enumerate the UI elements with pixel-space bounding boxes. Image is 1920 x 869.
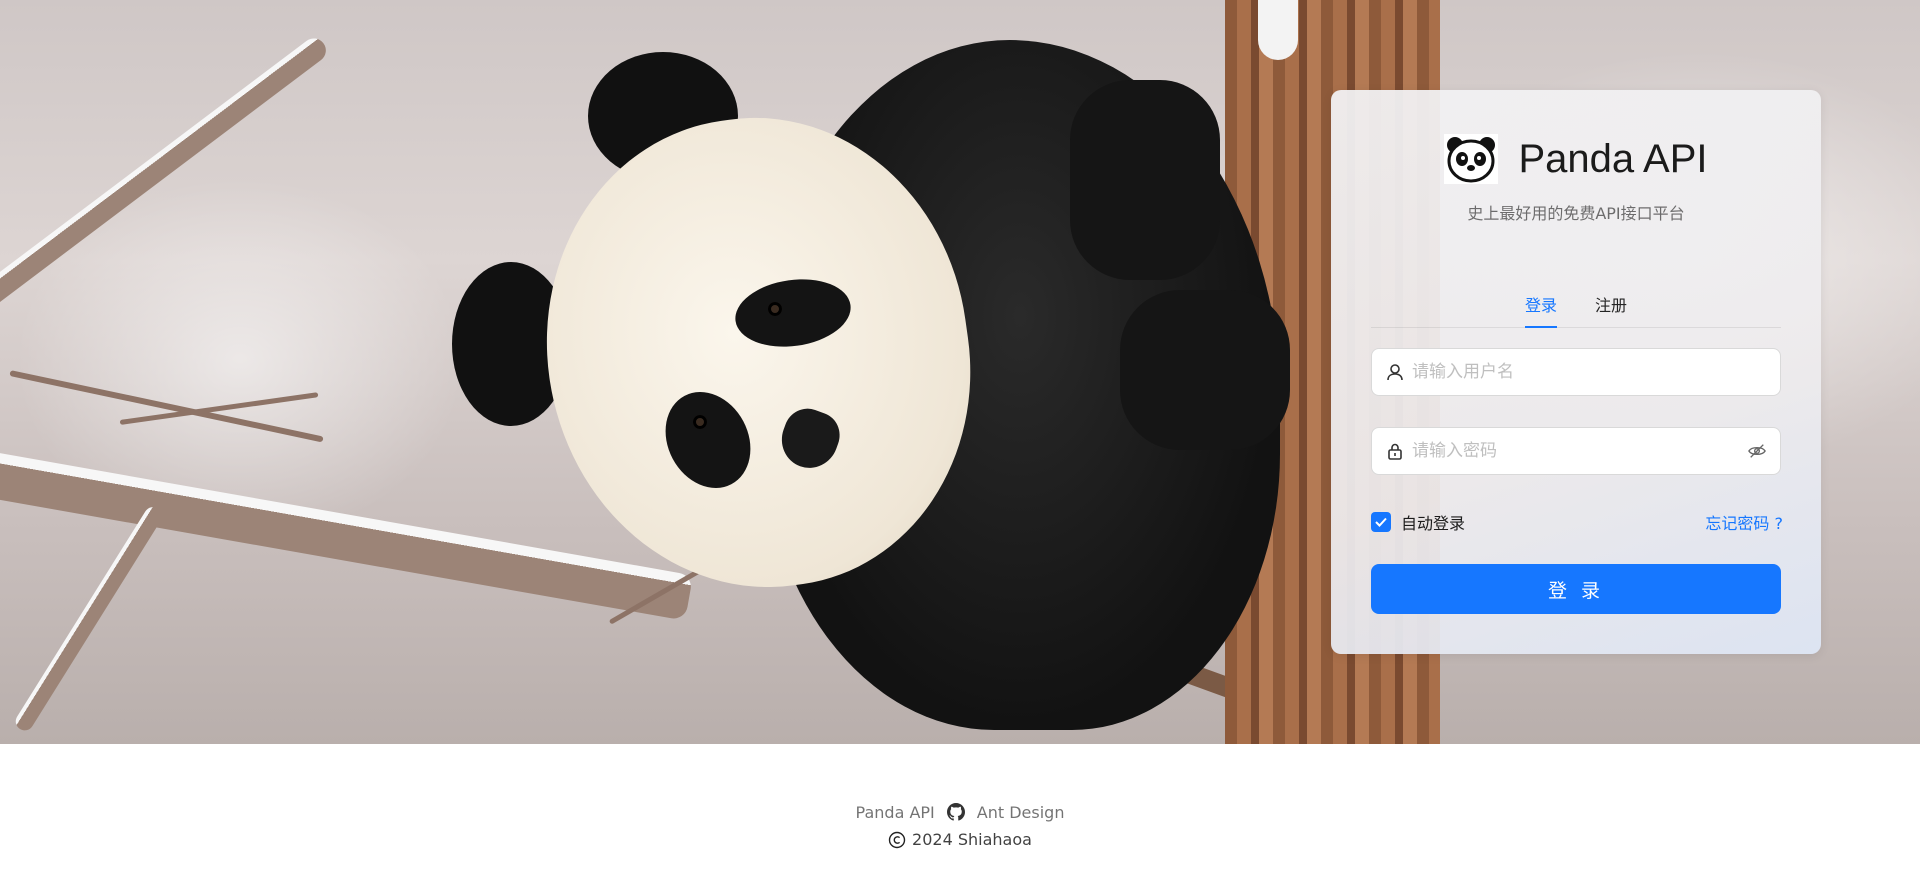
panda-eye: [768, 302, 782, 316]
snowy-branch: [12, 503, 166, 734]
login-card: Panda API 史上最好用的免费API接口平台 登录 注册 自动登录 忘记密…: [1331, 90, 1821, 654]
lock-icon: [1386, 442, 1404, 460]
login-button[interactable]: 登 录: [1371, 564, 1781, 614]
trunk-snow: [1258, 0, 1298, 60]
copyright: 2024 Shiahaoa: [0, 830, 1920, 849]
tab-register[interactable]: 注册: [1595, 286, 1627, 327]
twig: [9, 370, 324, 443]
username-input[interactable]: [1412, 362, 1766, 382]
panda-paw: [1070, 80, 1220, 280]
auth-tabs: 登录 注册: [1371, 286, 1781, 328]
tab-login[interactable]: 登录: [1524, 286, 1558, 328]
footer-link-panda-api[interactable]: Panda API: [856, 803, 935, 822]
panda-logo-icon: [1444, 134, 1499, 184]
footer-links: Panda API Ant Design: [0, 800, 1920, 824]
user-icon: [1386, 363, 1404, 381]
checkbox-checked-icon[interactable]: [1371, 512, 1391, 532]
password-field[interactable]: [1371, 427, 1781, 475]
auto-login-checkbox[interactable]: 自动登录: [1371, 510, 1465, 534]
snowy-branch: [0, 33, 331, 312]
auto-login-label: 自动登录: [1401, 514, 1466, 533]
footer: Panda API Ant Design 2024 Shiahaoa: [0, 800, 1920, 850]
panda-eye: [693, 415, 707, 429]
panda-paw: [1120, 290, 1290, 450]
forgot-password-link[interactable]: 忘记密码 ?: [1705, 510, 1783, 534]
password-input[interactable]: [1412, 441, 1748, 461]
brand-header: Panda API: [1331, 134, 1821, 184]
github-icon[interactable]: [946, 803, 965, 821]
app-subtitle: 史上最好用的免费API接口平台: [1467, 204, 1685, 223]
app-title: Panda API: [1518, 136, 1708, 181]
copyright-text: 2024 Shiahaoa: [912, 830, 1032, 849]
copyright-icon: [888, 831, 906, 849]
footer-link-ant-design[interactable]: Ant Design: [977, 803, 1065, 822]
username-field[interactable]: [1371, 348, 1781, 396]
eye-invisible-icon[interactable]: [1748, 442, 1766, 460]
